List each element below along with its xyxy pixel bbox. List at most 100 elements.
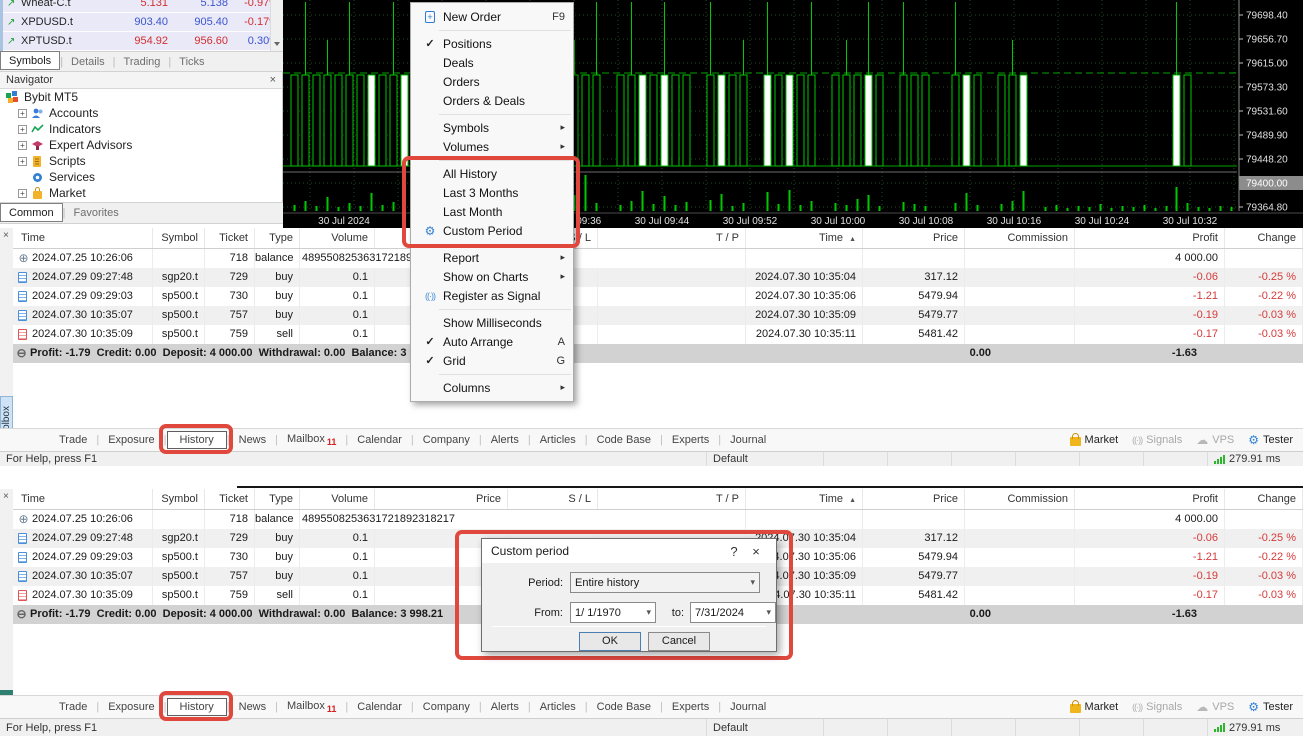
symbols-watchlist[interactable]: ↗Wheat-C.t5.1315.138-0.97%↗XPDUSD.t903.4…: [0, 0, 283, 51]
tab-alerts[interactable]: Alerts: [482, 434, 528, 446]
menu-item-report[interactable]: Report▸: [411, 248, 573, 267]
tab-details[interactable]: Details: [63, 54, 113, 70]
from-date-field[interactable]: 1/ 1/1970 ▾: [570, 602, 656, 623]
expand-icon[interactable]: +: [18, 141, 27, 150]
market-button[interactable]: Market: [1070, 701, 1119, 713]
column-header-time[interactable]: Time▲: [746, 489, 863, 509]
summary-row[interactable]: ⊖Profit: -1.79 Credit: 0.00 Deposit: 4 0…: [13, 344, 1303, 363]
menu-item-symbols[interactable]: Symbols▸: [411, 118, 573, 137]
column-header-volume[interactable]: Volume: [300, 489, 375, 509]
tab-articles[interactable]: Articles: [531, 434, 585, 446]
tab-company[interactable]: Company: [414, 701, 479, 713]
tab-news[interactable]: News: [230, 701, 276, 713]
column-header-commission[interactable]: Commission: [965, 489, 1075, 509]
column-header-type[interactable]: Type: [255, 228, 300, 248]
column-header-price[interactable]: Price: [863, 228, 965, 248]
tab-code-base[interactable]: Code Base: [588, 434, 660, 446]
tab-alerts[interactable]: Alerts: [482, 701, 528, 713]
symbol-row[interactable]: ↗XPDUSD.t903.40905.40-0.17%: [3, 13, 283, 32]
menu-item-grid[interactable]: ✓GridG: [411, 351, 573, 370]
sidebar-item-accounts[interactable]: +Accounts: [0, 105, 282, 121]
column-header-symbol[interactable]: Symbol: [153, 489, 205, 509]
column-header-commission[interactable]: Commission: [965, 228, 1075, 248]
expand-icon[interactable]: +: [18, 157, 27, 166]
tester-button[interactable]: ⚙Tester: [1248, 700, 1293, 714]
table-row[interactable]: 2024.07.30 10:35:07sp500.t757buy0.12024.…: [13, 306, 1303, 325]
tab-journal[interactable]: Journal: [721, 701, 775, 713]
column-header-ticket[interactable]: Ticket: [205, 228, 255, 248]
menu-item-register-as-signal[interactable]: ((·))Register as Signal: [411, 286, 573, 305]
period-select[interactable]: Entire history ▾: [570, 572, 760, 593]
menu-item-deals[interactable]: Deals: [411, 53, 573, 72]
to-date-field[interactable]: 7/31/2024 ▾: [690, 602, 776, 623]
close-icon[interactable]: ×: [3, 231, 13, 241]
sidebar-item-indicators[interactable]: +Indicators: [0, 121, 282, 137]
market-button[interactable]: Market: [1070, 434, 1119, 446]
column-header-tp[interactable]: T / P: [598, 489, 746, 509]
tab-common[interactable]: Common: [0, 203, 63, 222]
tab-history[interactable]: History: [167, 698, 227, 716]
tester-button[interactable]: ⚙Tester: [1248, 433, 1293, 447]
table-row[interactable]: 2024.07.29 09:27:48sgp20.t729buy0.12024.…: [13, 268, 1303, 287]
menu-item-positions[interactable]: ✓Positions: [411, 34, 573, 53]
expand-icon[interactable]: +: [18, 109, 27, 118]
symbol-row[interactable]: ↗Wheat-C.t5.1315.138-0.97%: [3, 0, 283, 13]
menu-item-columns[interactable]: Columns▸: [411, 378, 573, 397]
menu-item-orders-deals[interactable]: Orders & Deals: [411, 91, 573, 110]
table-row[interactable]: 2024.07.30 10:35:09sp500.t759sell0.12024…: [13, 325, 1303, 344]
symbol-row[interactable]: ↗XPTUSD.t954.92956.600.30%: [3, 32, 283, 51]
menu-item-last-3-months[interactable]: Last 3 Months: [411, 183, 573, 202]
column-header-ticket[interactable]: Ticket: [205, 489, 255, 509]
tab-history[interactable]: History: [167, 431, 227, 449]
column-header-volume[interactable]: Volume: [300, 228, 375, 248]
tab-favorites[interactable]: Favorites: [65, 205, 126, 221]
menu-item-last-month[interactable]: Last Month: [411, 202, 573, 221]
column-header-change[interactable]: Change: [1225, 489, 1303, 509]
column-header-time[interactable]: Time▲: [746, 228, 863, 248]
close-icon[interactable]: ×: [745, 544, 767, 559]
column-header-profit[interactable]: Profit: [1075, 489, 1225, 509]
tab-ticks[interactable]: Ticks: [171, 54, 212, 70]
tab-trading[interactable]: Trading: [116, 54, 169, 70]
ok-button[interactable]: OK: [579, 632, 641, 651]
tab-experts[interactable]: Experts: [663, 701, 718, 713]
menu-item-custom-period[interactable]: ⚙Custom Period: [411, 221, 573, 240]
symbols-scrollbar[interactable]: [270, 0, 283, 51]
tab-trade[interactable]: Trade: [50, 701, 96, 713]
tab-exposure[interactable]: Exposure: [99, 701, 163, 713]
table-row[interactable]: ⊕2024.07.25 10:26:06718balance4895508253…: [13, 510, 1303, 529]
column-header-price[interactable]: Price: [375, 489, 508, 509]
table-row[interactable]: 2024.07.29 09:29:03sp500.t730buy0.12024.…: [13, 287, 1303, 306]
column-header-profit[interactable]: Profit: [1075, 228, 1225, 248]
tab-news[interactable]: News: [230, 434, 276, 446]
menu-item-all-history[interactable]: All History: [411, 164, 573, 183]
tab-exposure[interactable]: Exposure: [99, 434, 163, 446]
column-header-time[interactable]: Time: [13, 228, 153, 248]
tab-experts[interactable]: Experts: [663, 434, 718, 446]
tab-trade[interactable]: Trade: [50, 434, 96, 446]
sidebar-item-services[interactable]: Services: [0, 169, 282, 185]
menu-item-volumes[interactable]: Volumes▸: [411, 137, 573, 156]
status-profile[interactable]: Default: [706, 719, 823, 736]
column-header-sl[interactable]: S / L: [508, 489, 598, 509]
sidebar-item-market[interactable]: +Market: [0, 185, 282, 201]
close-icon[interactable]: ×: [270, 74, 276, 86]
menu-item-new-order[interactable]: +New OrderF9: [411, 7, 573, 26]
vps-button[interactable]: ☁VPS: [1196, 700, 1234, 714]
vps-button[interactable]: ☁VPS: [1196, 433, 1234, 447]
close-icon[interactable]: ×: [3, 492, 13, 502]
status-profile[interactable]: Default: [706, 452, 823, 466]
signals-button[interactable]: ((·))Signals: [1132, 701, 1182, 713]
signals-button[interactable]: ((·))Signals: [1132, 434, 1182, 446]
tab-mailbox[interactable]: Mailbox11: [278, 700, 345, 714]
column-header-tp[interactable]: T / P: [598, 228, 746, 248]
tab-articles[interactable]: Articles: [531, 701, 585, 713]
tab-company[interactable]: Company: [414, 434, 479, 446]
table-row[interactable]: ⊕2024.07.25 10:26:06718balance4895508253…: [13, 249, 1303, 268]
menu-item-auto-arrange[interactable]: ✓Auto ArrangeA: [411, 332, 573, 351]
menu-item-orders[interactable]: Orders: [411, 72, 573, 91]
column-header-time[interactable]: Time: [13, 489, 153, 509]
expand-icon[interactable]: +: [18, 125, 27, 134]
tab-journal[interactable]: Journal: [721, 434, 775, 446]
column-header-symbol[interactable]: Symbol: [153, 228, 205, 248]
